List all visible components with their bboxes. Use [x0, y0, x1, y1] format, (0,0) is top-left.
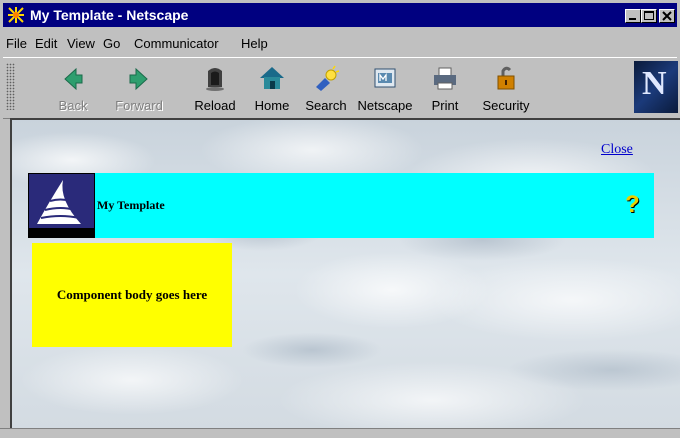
home-icon: [260, 67, 284, 89]
netscape-app-icon[interactable]: [7, 6, 25, 24]
browser-window: My Template - Netscape File Edit View Go…: [0, 0, 680, 438]
maximize-icon: [644, 11, 654, 20]
reload-button[interactable]: Reload: [183, 60, 247, 115]
print-icon: [434, 67, 456, 90]
back-button[interactable]: Back: [41, 60, 105, 115]
maximize-button[interactable]: [641, 9, 657, 23]
search-button[interactable]: Search: [294, 60, 358, 115]
forward-icon: [129, 67, 148, 91]
close-link[interactable]: Close: [601, 142, 633, 158]
component-body: Component body goes here: [32, 243, 232, 347]
search-icon: [316, 65, 340, 91]
window-title: My Template - Netscape: [30, 7, 189, 23]
template-title: My Template: [97, 198, 165, 212]
menu-file[interactable]: File: [6, 34, 27, 54]
forward-label: Forward: [115, 98, 163, 113]
netscape-throbber[interactable]: N: [634, 61, 678, 113]
title-bar[interactable]: My Template - Netscape: [3, 3, 677, 27]
menu-view[interactable]: View: [67, 34, 95, 54]
back-label: Back: [58, 98, 88, 113]
security-label: Security: [482, 98, 530, 113]
print-label: Print: [431, 98, 459, 113]
netscape-button[interactable]: Netscape: [353, 60, 417, 115]
minimize-button[interactable]: [625, 9, 641, 23]
template-banner: My Template ?: [28, 173, 654, 238]
menu-communicator[interactable]: Communicator: [134, 34, 219, 54]
print-button[interactable]: Print: [413, 60, 477, 115]
security-button[interactable]: Security: [474, 60, 538, 115]
template-logo: [28, 173, 95, 238]
toolbar-grip[interactable]: [6, 63, 15, 110]
close-icon: [662, 11, 672, 21]
back-icon: [64, 67, 83, 91]
component-body-text: Component body goes here: [56, 287, 208, 302]
forward-button[interactable]: Forward: [107, 60, 171, 115]
reload-icon: [206, 68, 224, 91]
menu-go[interactable]: Go: [103, 34, 120, 54]
page-content: Close My Template ? Component body goes …: [10, 118, 680, 428]
minimize-icon: [629, 18, 636, 20]
search-label: Search: [305, 98, 347, 113]
netscape-icon: [374, 68, 396, 88]
menu-help[interactable]: Help: [241, 34, 268, 54]
netscape-label: Netscape: [357, 98, 413, 113]
close-button[interactable]: [659, 9, 675, 23]
navigation-toolbar: Back Forward Reload Home Search Netscape…: [3, 57, 677, 119]
menu-edit[interactable]: Edit: [35, 34, 57, 54]
security-icon: [497, 66, 515, 90]
throbber-logo-icon: N: [642, 65, 667, 102]
help-icon[interactable]: ?: [625, 191, 640, 219]
reload-label: Reload: [194, 98, 236, 113]
capitol-dome-icon: [29, 174, 94, 237]
